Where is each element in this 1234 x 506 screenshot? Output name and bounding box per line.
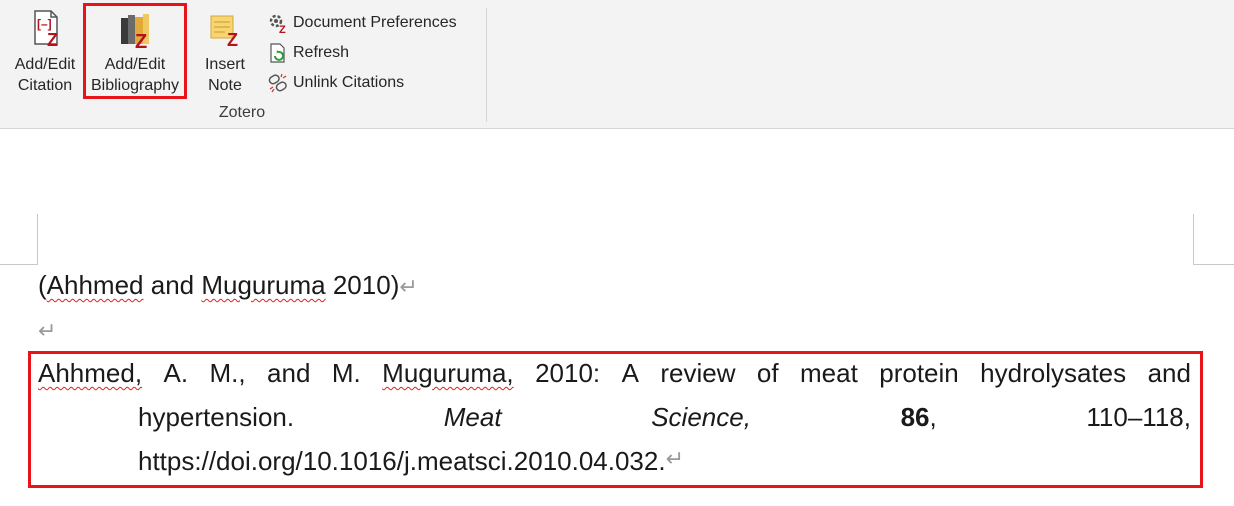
bib-word: and	[267, 358, 311, 388]
citation-label-1: Add/Edit	[14, 56, 76, 73]
svg-text:Z: Z	[279, 24, 286, 34]
unlink-icon	[268, 73, 287, 93]
bib-word: Ahhmed,	[38, 358, 143, 388]
svg-text:Z: Z	[135, 31, 147, 50]
bib-word: M.	[331, 358, 361, 388]
page-range: 110–118,	[1086, 402, 1191, 432]
document-preferences-label: Document Preferences	[293, 14, 457, 31]
bib-word: and	[1147, 358, 1191, 388]
bib-word: A.	[163, 358, 189, 388]
paragraph-mark: ↵	[38, 318, 57, 343]
bibliography-entry-line-2[interactable]: hypertension. Meat Science, 86, 110–118,	[138, 402, 1191, 433]
add-edit-bibliography-button[interactable]: Z Add/Edit Bibliography	[83, 3, 187, 99]
refresh-button[interactable]: Refresh	[267, 38, 457, 68]
bib-word: Muguruma,	[382, 358, 514, 388]
bibliography-entry-line-3[interactable]: https://doi.org/10.1016/j.meatsci.2010.0…	[138, 446, 684, 477]
citation-label-2: Citation	[17, 77, 73, 94]
volume-number: 86,	[900, 402, 937, 432]
in-text-citation[interactable]: (Ahhmed and Muguruma 2010)↵	[38, 270, 418, 301]
bibliography-label-2: Bibliography	[90, 77, 180, 94]
empty-paragraph[interactable]: ↵	[38, 314, 56, 345]
note-label-2: Note	[208, 77, 242, 94]
add-citation-icon: [–] Z	[34, 10, 58, 48]
bib-word: review	[660, 358, 736, 388]
note-label-1: Insert	[204, 56, 245, 73]
journal-name-word: Science,	[651, 402, 751, 432]
bib-word: of	[756, 358, 779, 388]
bib-word: M.,	[209, 358, 246, 388]
gear-icon: Z	[269, 14, 286, 34]
page-margin-corner-left	[0, 214, 38, 265]
doi-link[interactable]: https://doi.org/10.1016/j.meatsci.2010.0…	[138, 446, 666, 477]
unlink-citations-button[interactable]: Unlink Citations	[267, 68, 457, 98]
paragraph-mark: ↵	[399, 274, 418, 299]
bibliography-label-1: Add/Edit	[104, 56, 166, 73]
insert-note-button[interactable]: Z Insert Note	[196, 4, 254, 100]
bib-word: A	[621, 358, 639, 388]
bib-word: protein	[879, 358, 959, 388]
add-edit-citation-button[interactable]: [–] Z Add/Edit Citation	[6, 4, 84, 100]
refresh-icon	[270, 43, 285, 63]
citation-author-2: Muguruma	[201, 270, 326, 300]
page-margin-corner-right	[1193, 214, 1234, 265]
journal-name-word: Meat	[443, 402, 502, 432]
svg-text:[–]: [–]	[37, 17, 52, 31]
unlink-citations-label: Unlink Citations	[293, 74, 405, 91]
insert-note-icon: Z	[210, 15, 238, 48]
paragraph-mark: ↵	[665, 446, 685, 471]
group-label-zotero: Zotero	[218, 104, 266, 121]
zotero-small-buttons: Z Document Preferences Refresh Unlink Ci…	[267, 8, 457, 98]
document-preferences-button[interactable]: Z Document Preferences	[267, 8, 457, 38]
bib-word: hydrolysates	[980, 358, 1127, 388]
svg-text:Z: Z	[47, 30, 58, 48]
bibliography-entry-line-1[interactable]: Ahhmed, A. M., and M. Muguruma, 2010: A …	[38, 358, 1191, 389]
svg-text:Z: Z	[227, 30, 238, 48]
citation-author-1: Ahhmed	[46, 270, 144, 300]
group-separator	[486, 8, 487, 122]
bib-word: 2010:	[535, 358, 601, 388]
add-bibliography-icon: Z	[121, 14, 149, 50]
bib-word: hypertension.	[138, 402, 295, 432]
ribbon: [–] Z Add/Edit Citation Z Add/Edit Bibli…	[0, 0, 1234, 129]
refresh-label: Refresh	[293, 44, 350, 61]
bib-word: meat	[800, 358, 858, 388]
